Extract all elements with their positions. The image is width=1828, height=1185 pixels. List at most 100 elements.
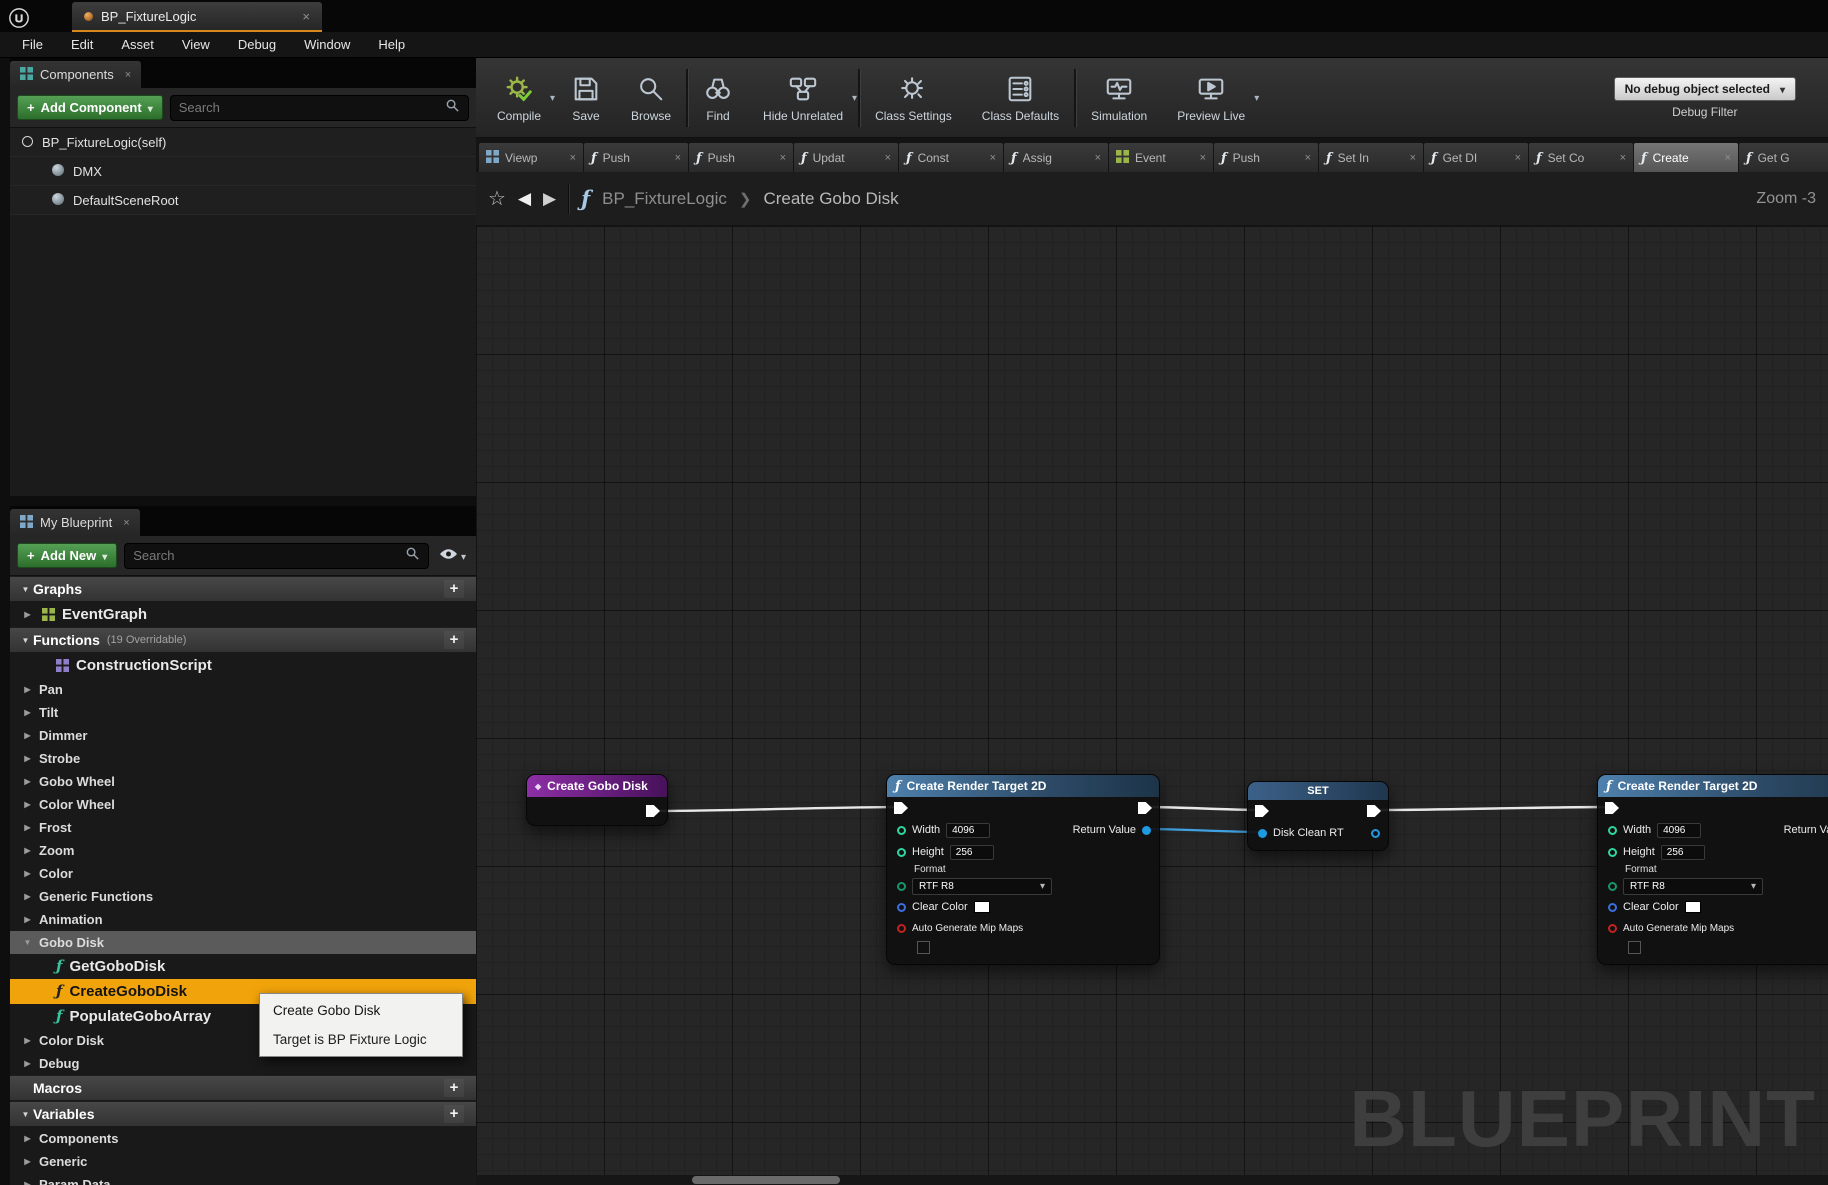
toolbar-button-compile[interactable]: Compile — [482, 62, 556, 134]
mb-row-frost[interactable]: Frost — [10, 816, 476, 839]
close-icon[interactable] — [1725, 152, 1731, 164]
doc-tab-get-di[interactable]: ƒ Get DI — [1424, 143, 1528, 172]
close-icon[interactable] — [1095, 152, 1101, 164]
close-icon[interactable] — [125, 69, 131, 81]
expander-icon[interactable] — [20, 823, 35, 832]
doc-tab-assig[interactable]: ƒ Assig — [1004, 143, 1108, 172]
expander-icon[interactable] — [20, 915, 35, 924]
graph-horizontal-scrollbar[interactable] — [476, 1175, 1828, 1185]
chevron-down-icon[interactable] — [550, 90, 555, 104]
auto-mips-pin[interactable] — [1608, 924, 1617, 933]
expander-icon[interactable] — [20, 610, 35, 619]
node-create-render-target-2d[interactable]: ƒ Create Render Target 2D Width 4096 Ret… — [886, 774, 1160, 965]
tab-my-blueprint[interactable]: My Blueprint — [10, 509, 140, 536]
close-icon[interactable] — [990, 152, 996, 164]
node-set-disk-clean-rt[interactable]: SET Disk Clean RT — [1247, 781, 1389, 851]
return-value-pin[interactable] — [1142, 826, 1151, 835]
expander-icon[interactable] — [20, 777, 35, 786]
forward-arrow-icon[interactable] — [543, 189, 556, 209]
expander-icon[interactable] — [20, 731, 35, 740]
expander-icon[interactable] — [20, 1036, 35, 1045]
add-icon[interactable] — [444, 1105, 464, 1123]
mb-row-animation[interactable]: Animation — [10, 908, 476, 931]
my-blueprint-search-input[interactable] — [133, 548, 399, 563]
color-swatch[interactable] — [1685, 901, 1701, 913]
component-bp-fixturelogic-self[interactable]: BP_FixtureLogic(self) — [10, 128, 476, 157]
menu-window[interactable]: Window — [290, 33, 364, 56]
mb-row-macros[interactable]: Macros — [10, 1075, 476, 1101]
mb-row-zoom[interactable]: Zoom — [10, 839, 476, 862]
toolbar-button-hide-unrelated[interactable]: Hide Unrelated — [748, 62, 858, 134]
chevron-down-icon[interactable] — [1254, 90, 1259, 104]
exec-in-pin[interactable] — [1255, 805, 1269, 817]
exec-out-pin[interactable] — [646, 805, 660, 817]
tab-components[interactable]: Components — [10, 61, 141, 88]
visibility-filter-button[interactable] — [436, 547, 469, 565]
doc-tab-push[interactable]: ƒ Push — [1214, 143, 1318, 172]
format-pin[interactable] — [897, 882, 906, 891]
auto-mips-pin[interactable] — [897, 924, 906, 933]
mb-row-color[interactable]: Color — [10, 862, 476, 885]
mb-row-eventgraph[interactable]: EventGraph — [10, 602, 476, 627]
close-icon[interactable] — [302, 9, 310, 24]
toolbar-button-save[interactable]: Save — [556, 62, 616, 134]
height-input[interactable]: 256 — [1661, 845, 1705, 860]
node-create-gobo-disk-entry[interactable]: ◆ Create Gobo Disk — [526, 774, 668, 826]
width-pin[interactable] — [897, 826, 906, 835]
mb-row-color-wheel[interactable]: Color Wheel — [10, 793, 476, 816]
close-icon[interactable] — [1200, 152, 1206, 164]
close-icon[interactable] — [1620, 152, 1626, 164]
bookmark-star-icon[interactable] — [488, 186, 506, 211]
add-component-button[interactable]: Add Component — [17, 95, 163, 120]
doc-tab-event[interactable]: Event — [1109, 143, 1213, 172]
chevron-down-icon[interactable] — [852, 90, 857, 104]
doc-tab-create[interactable]: ƒ Create — [1634, 143, 1738, 172]
expander-icon[interactable] — [20, 708, 35, 717]
expander-icon[interactable] — [20, 869, 35, 878]
exec-out-pin[interactable] — [1138, 802, 1152, 814]
expander-icon[interactable] — [18, 585, 33, 594]
expander-icon[interactable] — [20, 1059, 35, 1068]
doc-tab-push[interactable]: ƒ Push — [584, 143, 688, 172]
height-pin[interactable] — [897, 848, 906, 857]
close-icon[interactable] — [1515, 152, 1521, 164]
expander-icon[interactable] — [20, 685, 35, 694]
menu-edit[interactable]: Edit — [57, 33, 107, 56]
mb-row-gobo-wheel[interactable]: Gobo Wheel — [10, 770, 476, 793]
expander-icon[interactable] — [20, 800, 35, 809]
toolbar-button-simulation[interactable]: Simulation — [1076, 62, 1162, 134]
clear-color-pin[interactable] — [1608, 903, 1617, 912]
node-create-render-target-2d-2[interactable]: ƒ Create Render Target 2D Width 4096 Ret… — [1597, 774, 1828, 965]
toolbar-button-find[interactable]: Find — [688, 62, 748, 134]
add-icon[interactable] — [444, 580, 464, 598]
doc-tab-push[interactable]: ƒ Push — [689, 143, 793, 172]
mb-row-dimmer[interactable]: Dimmer — [10, 724, 476, 747]
format-dropdown[interactable]: RTF R8 — [912, 878, 1052, 895]
toolbar-button-class-defaults[interactable]: Class Defaults — [967, 62, 1074, 134]
expander-icon[interactable] — [20, 1157, 35, 1166]
mb-row-graphs[interactable]: Graphs — [10, 576, 476, 602]
mb-row-constructionscript[interactable]: ConstructionScript — [10, 653, 476, 678]
exec-in-pin[interactable] — [894, 802, 908, 814]
doc-tab-const[interactable]: ƒ Const — [899, 143, 1003, 172]
doc-tab-set-in[interactable]: ƒ Set In — [1319, 143, 1423, 172]
add-icon[interactable] — [444, 1079, 464, 1097]
mb-row-components[interactable]: Components — [10, 1127, 476, 1150]
auto-mips-checkbox[interactable] — [1628, 941, 1641, 954]
close-icon[interactable] — [885, 152, 891, 164]
asset-tab[interactable]: BP_FixtureLogic — [72, 2, 322, 32]
mb-row-variables[interactable]: Variables — [10, 1101, 476, 1127]
menu-debug[interactable]: Debug — [224, 33, 290, 56]
add-new-button[interactable]: Add New — [17, 543, 117, 568]
width-input[interactable]: 4096 — [946, 823, 990, 838]
mb-row-gobo-disk[interactable]: Gobo Disk — [10, 931, 476, 954]
expander-icon[interactable] — [20, 1134, 35, 1143]
doc-tab-updat[interactable]: ƒ Updat — [794, 143, 898, 172]
mb-row-generic[interactable]: Generic — [10, 1150, 476, 1173]
clear-color-pin[interactable] — [897, 903, 906, 912]
mb-row-functions[interactable]: Functions (19 Overridable) — [10, 627, 476, 653]
toolbar-button-class-settings[interactable]: Class Settings — [860, 62, 967, 134]
debug-object-select[interactable]: No debug object selected — [1614, 77, 1796, 101]
mb-row-getgobodisk[interactable]: ƒ GetGoboDisk — [10, 954, 476, 979]
close-icon[interactable] — [570, 152, 576, 164]
